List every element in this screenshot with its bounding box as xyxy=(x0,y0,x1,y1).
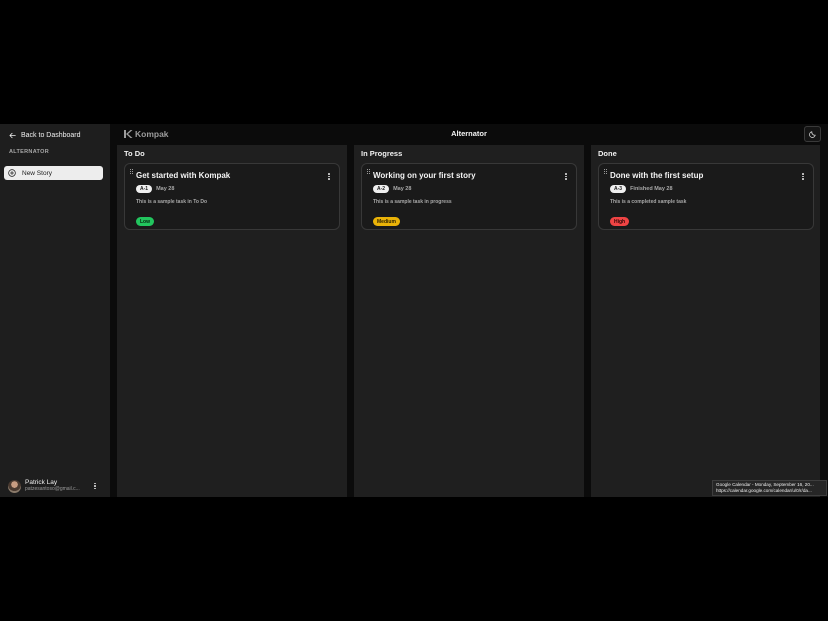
card-title: Done with the first setup xyxy=(610,171,704,180)
board-title: Alternator xyxy=(451,129,487,138)
plus-circle-icon xyxy=(8,169,16,177)
sidebar: Back to Dashboard ALTERNATOR New Story P… xyxy=(0,124,110,497)
priority-badge: High xyxy=(610,217,630,226)
logo-text: Kompak xyxy=(135,129,169,139)
card-description: This is a sample task in To Do xyxy=(136,199,208,205)
drag-handle-icon[interactable] xyxy=(604,169,607,175)
app-window: Back to Dashboard ALTERNATOR New Story P… xyxy=(0,124,828,497)
card-date: May 28 xyxy=(156,186,175,192)
story-card[interactable]: Done with the first setup A-3 Finished M… xyxy=(598,163,814,230)
story-key-badge: A-2 xyxy=(373,185,390,193)
column-title: To Do xyxy=(124,149,145,158)
user-profile[interactable]: Patrick Lay patzesantoso@gmail.c... xyxy=(8,478,104,494)
kompak-logo: Kompak xyxy=(123,129,169,139)
card-menu-icon[interactable] xyxy=(327,172,331,181)
story-key-badge: A-1 xyxy=(136,185,153,193)
priority-badge: Low xyxy=(136,217,154,226)
back-label: Back to Dashboard xyxy=(21,132,81,139)
card-menu-icon[interactable] xyxy=(564,172,568,181)
theme-toggle-button[interactable] xyxy=(804,126,821,142)
tooltip-url: https://calendar.google.com/calendar/u/0… xyxy=(716,488,812,494)
story-card[interactable]: Working on your first story A-2 May 28 T… xyxy=(361,163,577,230)
card-description: This is a completed sample task xyxy=(610,199,687,205)
column-todo: To Do Get started with Kompak A-1 May 28… xyxy=(117,145,347,497)
user-email: patzesantoso@gmail.c... xyxy=(25,485,80,492)
story-key-badge: A-3 xyxy=(610,185,627,193)
card-description: This is a sample task in progress xyxy=(373,199,452,205)
drag-handle-icon[interactable] xyxy=(130,169,133,175)
card-date: May 28 xyxy=(393,186,412,192)
priority-badge: Medium xyxy=(373,217,400,226)
project-section-label: ALTERNATOR xyxy=(9,149,49,155)
avatar xyxy=(8,479,21,493)
card-title: Working on your first story xyxy=(373,171,476,180)
card-menu-icon[interactable] xyxy=(801,172,805,181)
new-story-button[interactable]: New Story xyxy=(4,166,103,180)
drag-handle-icon[interactable] xyxy=(367,169,370,175)
user-menu-icon[interactable] xyxy=(92,481,98,491)
card-date: Finished May 28 xyxy=(630,186,673,192)
kompak-logo-icon xyxy=(124,130,133,138)
link-preview-tooltip: Google Calendar - Monday, September 16, … xyxy=(712,480,827,496)
card-title: Get started with Kompak xyxy=(136,171,231,180)
story-card[interactable]: Get started with Kompak A-1 May 28 This … xyxy=(124,163,340,230)
new-story-label: New Story xyxy=(22,169,52,177)
column-title: Done xyxy=(598,149,617,158)
column-in-progress: In Progress Working on your first story … xyxy=(354,145,584,497)
column-done: Done Done with the first setup A-3 Finis… xyxy=(591,145,820,497)
arrow-left-icon xyxy=(9,132,16,139)
back-to-dashboard-link[interactable]: Back to Dashboard xyxy=(9,132,81,139)
moon-icon xyxy=(808,131,816,138)
column-title: In Progress xyxy=(361,149,403,158)
